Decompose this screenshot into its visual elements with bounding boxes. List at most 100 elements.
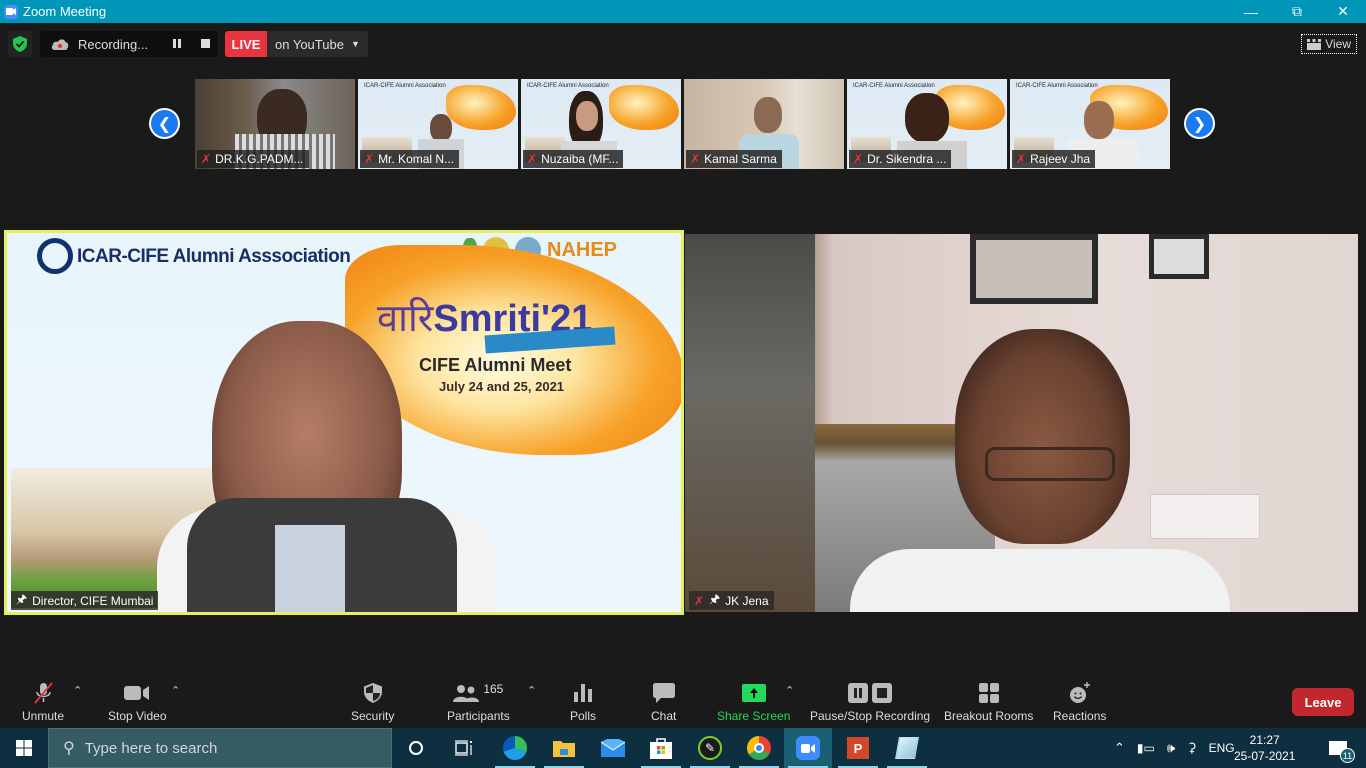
- task-view-icon: [455, 740, 472, 756]
- pin-icon: 🖈: [709, 592, 721, 606]
- mic-muted-icon: ✗: [527, 152, 538, 166]
- background-dates: July 24 and 25, 2021: [439, 379, 565, 394]
- taskbar-app-powerpoint[interactable]: P: [834, 728, 882, 768]
- taskbar-app-pen[interactable]: ✎: [686, 728, 734, 768]
- pause-recording-button[interactable]: [173, 39, 183, 49]
- chrome-icon: [747, 736, 771, 760]
- video-name-label: ✗ 🖈 JK Jena: [689, 591, 774, 610]
- next-page-button[interactable]: ❯: [1184, 108, 1215, 139]
- pen-app-icon: ✎: [698, 736, 722, 760]
- previous-page-button[interactable]: ❮: [149, 108, 180, 139]
- taskbar-search-box[interactable]: ⚲ Type here to search: [48, 728, 392, 768]
- share-screen-button[interactable]: Share Screen: [717, 680, 790, 723]
- leave-button[interactable]: Leave: [1292, 688, 1354, 716]
- live-stream-indicator[interactable]: LIVE on YouTube ▼: [225, 31, 368, 57]
- taskbar-app-store[interactable]: [637, 728, 685, 768]
- zoom-icon: [796, 736, 820, 760]
- reactions-label: Reactions: [1053, 709, 1107, 723]
- unmute-label: Unmute: [22, 709, 65, 723]
- participants-options-caret[interactable]: ⌃: [527, 684, 536, 697]
- share-screen-arrow-icon: [741, 684, 766, 702]
- participant-name: Rajeev Jha: [1030, 152, 1091, 166]
- action-center-button[interactable]: 11: [1314, 728, 1362, 768]
- video-tile-active-speaker[interactable]: ICAR-CIFE Alumni Asssociation NAHEP वारि…: [4, 230, 684, 615]
- live-destination-label: on YouTube: [275, 36, 344, 52]
- encryption-status-button[interactable]: [8, 31, 32, 57]
- taskbar-app-mail[interactable]: [589, 728, 637, 768]
- close-button[interactable]: ✕: [1320, 0, 1366, 23]
- view-grid-icon: [1307, 38, 1322, 50]
- org-logo-icon: [37, 238, 73, 274]
- pause-stop-recording-button[interactable]: Pause/Stop Recording: [810, 680, 930, 723]
- search-placeholder: Type here to search: [84, 739, 218, 757]
- security-button[interactable]: Security: [351, 680, 394, 723]
- battery-icon[interactable]: ▮▭: [1137, 741, 1155, 755]
- participant-thumbnail[interactable]: ICAR-CIFE Alumni Association ✗ Mr. Komal …: [358, 79, 518, 169]
- caret-down-icon: ▼: [350, 39, 360, 49]
- shield-check-icon: [13, 36, 27, 52]
- minimize-button[interactable]: —: [1228, 0, 1274, 23]
- video-tile[interactable]: ✗ 🖈 JK Jena: [685, 234, 1358, 612]
- start-button[interactable]: [0, 728, 48, 768]
- unmute-button[interactable]: Unmute: [22, 680, 64, 723]
- live-destination-dropdown[interactable]: on YouTube ▼: [267, 31, 368, 57]
- taskbar-app-chrome[interactable]: [735, 728, 783, 768]
- windows-taskbar: ⚲ Type here to search ✎ P ⌃ ▮▭ 🕪 ⚳ ENG 2…: [0, 728, 1366, 768]
- show-hidden-icons-button[interactable]: ⌃: [1114, 740, 1125, 756]
- mic-muted-icon: ✗: [853, 152, 864, 166]
- clock-time: 21:27: [1249, 733, 1280, 747]
- taskbar-app-file-explorer[interactable]: [540, 728, 588, 768]
- cortana-button[interactable]: [392, 728, 440, 768]
- stop-video-button[interactable]: Stop Video: [108, 680, 167, 723]
- video-name-label: 🖈 Director, CIFE Mumbai: [11, 591, 159, 610]
- cloud-recording-icon: [51, 39, 69, 50]
- participants-button[interactable]: 165 Participants: [447, 680, 510, 723]
- live-badge: LIVE: [225, 31, 267, 57]
- mic-muted-icon: ✗: [1016, 152, 1027, 166]
- participants-icon: [453, 685, 480, 702]
- view-button[interactable]: View: [1301, 34, 1357, 54]
- video-camera-icon: [124, 686, 150, 700]
- language-indicator[interactable]: ENG: [1209, 741, 1235, 755]
- share-options-caret[interactable]: ⌃: [785, 684, 794, 697]
- taskbar-clock[interactable]: 21:27 25-07-2021: [1234, 732, 1295, 764]
- taskbar-app-notepad[interactable]: [883, 728, 931, 768]
- restore-button[interactable]: ⧉: [1274, 0, 1320, 23]
- participant-thumbnail[interactable]: ✗ DR.K.G.PADM...: [195, 79, 355, 169]
- task-view-button[interactable]: [440, 728, 488, 768]
- stop-recording-button[interactable]: [201, 39, 210, 48]
- taskbar-app-zoom[interactable]: [784, 728, 832, 768]
- pin-icon: 🖈: [16, 592, 28, 606]
- participant-name: Dr. Sikendra ...: [867, 152, 947, 166]
- stop-icon: [872, 683, 893, 703]
- participant-thumbnail[interactable]: ICAR-CIFE Alumni Association ✗ Dr. Sikend…: [847, 79, 1007, 169]
- chat-button[interactable]: Chat: [651, 680, 676, 723]
- participants-count: 165: [483, 682, 504, 696]
- cortana-icon: [409, 741, 423, 755]
- taskbar-app-edge[interactable]: [491, 728, 539, 768]
- notepad-icon: [895, 737, 919, 759]
- participant-name: Nuzaiba (MF...: [541, 152, 619, 166]
- audio-options-caret[interactable]: ⌃: [73, 684, 82, 697]
- file-explorer-icon: [553, 741, 575, 757]
- meeting-top-bar: Recording... LIVE on YouTube ▼ View: [0, 23, 1366, 65]
- recording-label: Recording...: [78, 36, 149, 52]
- participant-thumbnail[interactable]: ICAR-CIFE Alumni Association ✗ Rajeev Jha: [1010, 79, 1170, 169]
- reactions-smiley-icon: [1069, 682, 1090, 703]
- reactions-button[interactable]: Reactions: [1053, 680, 1106, 723]
- polls-label: Polls: [570, 709, 597, 723]
- participant-thumbnail[interactable]: ICAR-CIFE Alumni Association ✗ Nuzaiba (M…: [521, 79, 681, 169]
- polls-button[interactable]: Polls: [570, 680, 596, 723]
- polls-bar-chart-icon: [574, 684, 592, 702]
- security-shield-icon: [363, 683, 382, 703]
- wifi-icon[interactable]: ⚳: [1187, 740, 1197, 756]
- notification-count-badge: 11: [1340, 748, 1355, 763]
- participant-thumbnail-strip: ✗ DR.K.G.PADM... ICAR-CIFE Alumni Associa…: [195, 79, 1170, 169]
- volume-icon[interactable]: 🕪: [1167, 740, 1175, 756]
- powerpoint-icon: P: [847, 737, 869, 759]
- participant-thumbnail[interactable]: ✗ Kamal Sarma: [684, 79, 844, 169]
- pause-stop-recording-label: Pause/Stop Recording: [810, 709, 931, 723]
- video-options-caret[interactable]: ⌃: [171, 684, 180, 697]
- participant-name: DR.K.G.PADM...: [215, 152, 304, 166]
- breakout-rooms-button[interactable]: Breakout Rooms: [944, 680, 1033, 723]
